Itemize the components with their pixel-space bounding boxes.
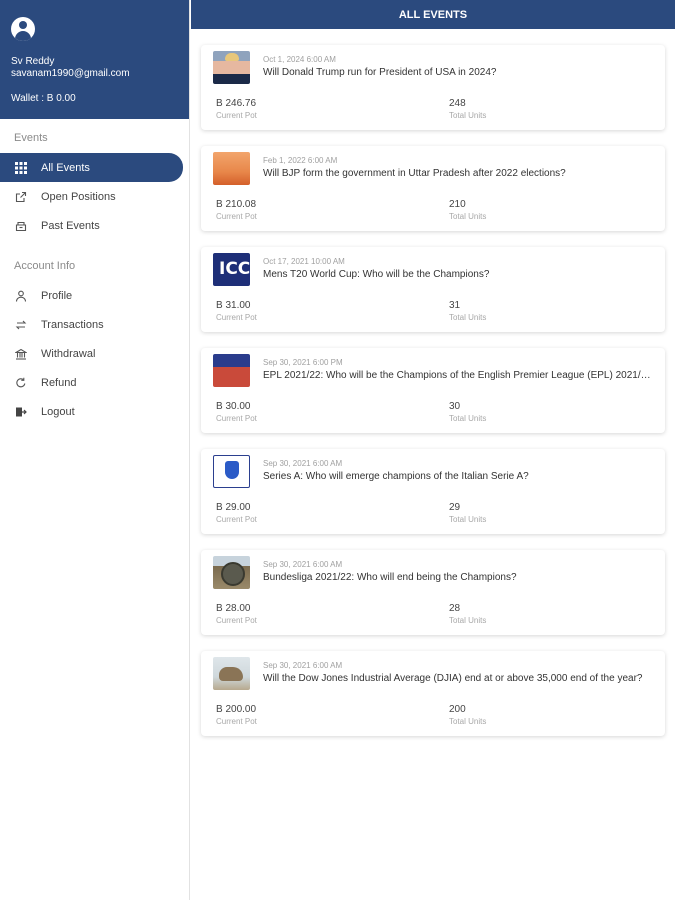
event-thumbnail: [213, 51, 250, 84]
bank-icon: [14, 347, 27, 360]
current-pot-label: Current Pot: [216, 111, 257, 120]
person-icon: [14, 289, 27, 302]
event-units-value: 200: [449, 704, 466, 715]
event-question: Will Donald Trump run for President of U…: [263, 67, 497, 78]
current-pot-label: Current Pot: [216, 212, 257, 221]
total-units-label: Total Units: [449, 515, 487, 524]
logout-icon: [14, 405, 27, 418]
current-pot-label: Current Pot: [216, 414, 257, 423]
total-units-label: Total Units: [449, 212, 487, 221]
sidebar-item-label: Transactions: [41, 318, 104, 331]
avatar-icon[interactable]: [11, 17, 35, 41]
event-question: Series A: Who will emerge champions of t…: [263, 471, 529, 482]
event-card[interactable]: Sep 30, 2021 6:00 PM EPL 2021/22: Who wi…: [201, 348, 665, 433]
total-units-label: Total Units: [449, 414, 487, 423]
current-pot-label: Current Pot: [216, 515, 257, 524]
event-question: Mens T20 World Cup: Who will be the Cham…: [263, 269, 490, 280]
profile-header: Sv Reddy savanam1990@gmail.com Wallet : …: [0, 0, 189, 119]
sidebar-item-profile[interactable]: Profile: [0, 281, 189, 310]
event-pot-value: B 246.76: [216, 98, 257, 109]
event-thumbnail: [213, 354, 250, 387]
event-date: Sep 30, 2021 6:00 AM: [263, 459, 343, 468]
event-card[interactable]: Feb 1, 2022 6:00 AM Will BJP form the go…: [201, 146, 665, 231]
sidebar-item-label: Profile: [41, 289, 73, 302]
event-thumbnail: [213, 556, 250, 589]
event-card[interactable]: ICC Oct 17, 2021 10:00 AM Mens T20 World…: [201, 247, 665, 332]
event-question: EPL 2021/22: Who will be the Champions o…: [263, 370, 655, 381]
event-pot-value: B 210.08: [216, 199, 257, 210]
sidebar-item-past-events[interactable]: Past Events: [0, 211, 189, 240]
event-units-value: 28: [449, 603, 461, 614]
event-units-value: 29: [449, 502, 461, 513]
event-date: Sep 30, 2021 6:00 AM: [263, 560, 343, 569]
current-pot-label: Current Pot: [216, 616, 257, 625]
event-card[interactable]: Sep 30, 2021 6:00 AM Bundesliga 2021/22:…: [201, 550, 665, 635]
event-pot-value: B 200.00: [216, 704, 257, 715]
user-name: Sv Reddy: [11, 56, 55, 67]
wallet-balance: Wallet : B 0.00: [11, 93, 76, 104]
sidebar: Sv Reddy savanam1990@gmail.com Wallet : …: [0, 0, 190, 900]
sidebar-item-all-events[interactable]: All Events: [0, 153, 183, 182]
sidebar-item-label: Logout: [41, 405, 75, 418]
section-title-account: Account Info: [14, 260, 76, 272]
event-units-value: 210: [449, 199, 466, 210]
event-question: Bundesliga 2021/22: Who will end being t…: [263, 572, 517, 583]
total-units-label: Total Units: [449, 616, 487, 625]
event-thumbnail: [213, 657, 250, 690]
page-title: ALL EVENTS: [398, 8, 468, 21]
sidebar-item-label: Past Events: [41, 219, 100, 232]
total-units-label: Total Units: [449, 313, 487, 322]
sidebar-item-withdrawal[interactable]: Withdrawal: [0, 339, 189, 368]
event-thumbnail: ICC: [213, 253, 250, 286]
user-email: savanam1990@gmail.com: [11, 68, 130, 79]
event-units-value: 248: [449, 98, 466, 109]
grid-icon: [14, 161, 27, 174]
event-date: Sep 30, 2021 6:00 PM: [263, 358, 343, 367]
event-units-value: 31: [449, 300, 461, 311]
current-pot-label: Current Pot: [216, 717, 257, 726]
current-pot-label: Current Pot: [216, 313, 257, 322]
sidebar-item-label: All Events: [41, 161, 90, 174]
section-title-events: Events: [14, 132, 48, 144]
event-pot-value: B 30.00: [216, 401, 251, 412]
events-nav: All Events Open Positions Past Events: [0, 153, 189, 240]
event-date: Oct 1, 2024 6:00 AM: [263, 55, 336, 64]
event-pot-value: B 28.00: [216, 603, 251, 614]
event-thumbnail: [213, 455, 250, 488]
total-units-label: Total Units: [449, 717, 487, 726]
sidebar-item-label: Withdrawal: [41, 347, 96, 360]
total-units-label: Total Units: [449, 111, 487, 120]
events-list: Oct 1, 2024 6:00 AM Will Donald Trump ru…: [201, 45, 665, 752]
event-date: Feb 1, 2022 6:00 AM: [263, 156, 338, 165]
event-question: Will BJP form the government in Uttar Pr…: [263, 168, 566, 179]
external-link-icon: [14, 190, 27, 203]
event-date: Oct 17, 2021 10:00 AM: [263, 257, 345, 266]
top-bar: ALL EVENTS: [191, 0, 675, 29]
event-pot-value: B 31.00: [216, 300, 251, 311]
event-date: Sep 30, 2021 6:00 AM: [263, 661, 343, 670]
swap-icon: [14, 318, 27, 331]
refresh-icon: [14, 376, 27, 389]
event-card[interactable]: Sep 30, 2021 6:00 AM Will the Dow Jones …: [201, 651, 665, 736]
event-thumbnail: [213, 152, 250, 185]
event-units-value: 30: [449, 401, 461, 412]
archive-icon: [14, 219, 27, 232]
sidebar-item-transactions[interactable]: Transactions: [0, 310, 189, 339]
sidebar-item-open-positions[interactable]: Open Positions: [0, 182, 189, 211]
sidebar-item-label: Refund: [41, 376, 77, 389]
sidebar-item-logout[interactable]: Logout: [0, 397, 189, 426]
sidebar-item-refund[interactable]: Refund: [0, 368, 189, 397]
account-nav: Profile Transactions Withdrawal Refund L…: [0, 281, 189, 426]
thumbnail-logo-text: ICC: [219, 259, 250, 279]
event-card[interactable]: Sep 30, 2021 6:00 AM Series A: Who will …: [201, 449, 665, 534]
event-pot-value: B 29.00: [216, 502, 251, 513]
event-question: Will the Dow Jones Industrial Average (D…: [263, 673, 643, 684]
event-card[interactable]: Oct 1, 2024 6:00 AM Will Donald Trump ru…: [201, 45, 665, 130]
sidebar-item-label: Open Positions: [41, 190, 116, 203]
